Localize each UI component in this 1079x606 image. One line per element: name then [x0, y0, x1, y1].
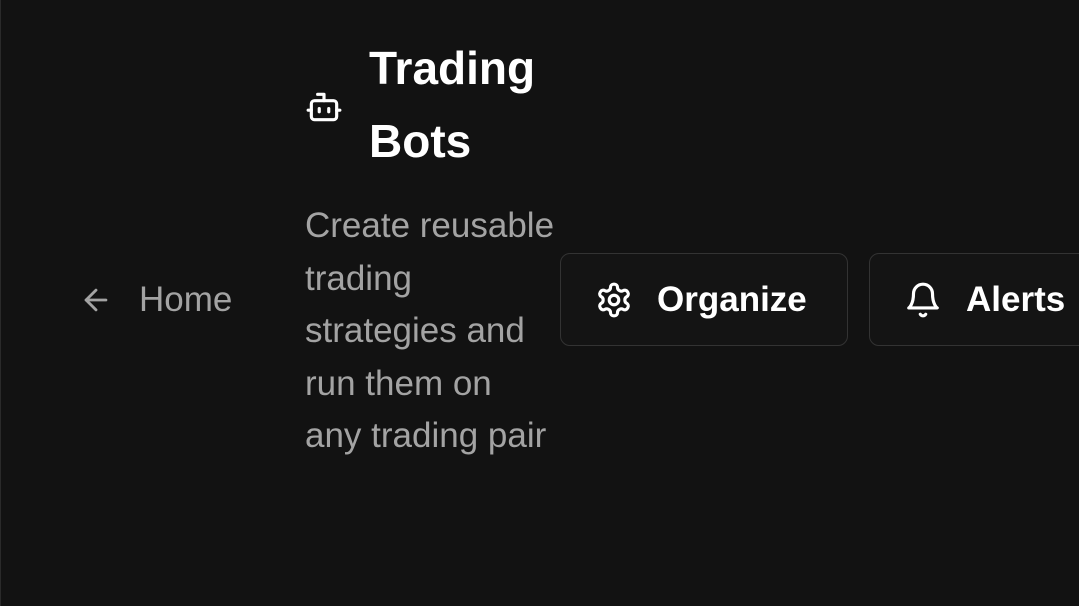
- page-header: Home Trading Bots Create reusable tradin…: [0, 0, 1079, 606]
- organize-label: Organize: [657, 279, 807, 319]
- gear-icon: [595, 281, 633, 319]
- bot-icon: [305, 88, 343, 126]
- bell-icon: [904, 281, 942, 319]
- page-subtitle: Create reusable trading strategies and r…: [305, 206, 555, 455]
- organize-button[interactable]: Organize: [560, 253, 848, 346]
- arrow-left-icon: [79, 283, 113, 317]
- back-home-label: Home: [139, 280, 233, 319]
- title-row: Trading Bots: [305, 32, 565, 178]
- page-title: Trading Bots: [369, 42, 536, 167]
- title-block: Trading Bots: [305, 32, 565, 178]
- alerts-button[interactable]: Alerts: [869, 253, 1079, 346]
- back-home-link[interactable]: Home: [79, 280, 232, 320]
- alerts-label: Alerts: [966, 279, 1066, 319]
